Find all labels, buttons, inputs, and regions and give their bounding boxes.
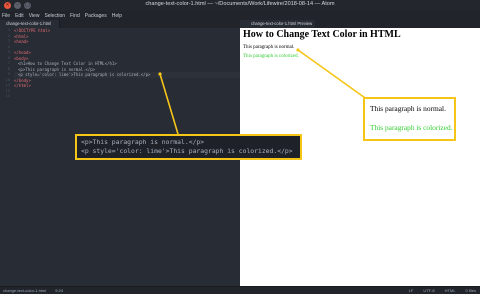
preview-tab-bar: change-text-color-1.html Preview [240,20,480,28]
preview-zoom-callout: This paragraph is normal. This paragraph… [363,97,456,141]
preview-tab[interactable]: change-text-color-1.html Preview [240,20,315,28]
status-files[interactable]: 0 files [466,288,476,293]
callout-code-line-colorized: <p style='color: lime'>This paragraph is… [81,147,293,155]
line-number: 13 [5,94,10,98]
preview-paragraph-colorized: This paragraph is colorized. [243,54,299,59]
editor-tab[interactable]: change-text-color-1.html [0,20,60,28]
status-line-ending[interactable]: LF [409,288,414,293]
menu-edit[interactable]: Edit [15,13,24,19]
status-cursor-position[interactable]: 9:24 [55,288,63,293]
menu-file[interactable]: File [2,13,10,19]
callout-code-line-normal: <p>This paragraph is normal.</p> [81,138,205,146]
status-right: LF UTF-8 HTML 0 files [409,288,476,293]
callout-paragraph-colorized: This paragraph is colorized. [370,123,453,132]
title-bar: × – □ change-text-color-1.html — ~/Docum… [0,0,480,11]
callout-paragraph-normal: This paragraph is normal. [370,104,446,113]
line-number-gutter: 1 2 3 4 5 6 7 8 9 10 11 12 13 [0,28,12,286]
status-encoding[interactable]: UTF-8 [423,288,434,293]
editor-tab-bar: change-text-color-1.html [0,20,240,28]
status-left: change-text-color-1.html 9:24 [3,288,63,293]
code-line[interactable] [14,94,240,100]
menu-bar: File Edit View Selection Find Packages H… [0,11,480,20]
menu-selection[interactable]: Selection [44,13,65,19]
menu-help[interactable]: Help [112,13,122,19]
menu-packages[interactable]: Packages [85,13,107,19]
window-title: change-text-color-1.html — ~/Documents/W… [145,1,335,7]
menu-view[interactable]: View [29,13,40,19]
status-bar: change-text-color-1.html 9:24 LF UTF-8 H… [0,286,480,294]
status-file-name[interactable]: change-text-color-1.html [3,288,46,293]
preview-heading: How to Change Text Color in HTML [243,29,401,40]
code-zoom-callout: <p>This paragraph is normal.</p> <p styl… [75,134,302,160]
menu-find[interactable]: Find [70,13,80,19]
preview-paragraph-normal: This paragraph is normal. [243,45,295,50]
status-grammar[interactable]: HTML [445,288,456,293]
